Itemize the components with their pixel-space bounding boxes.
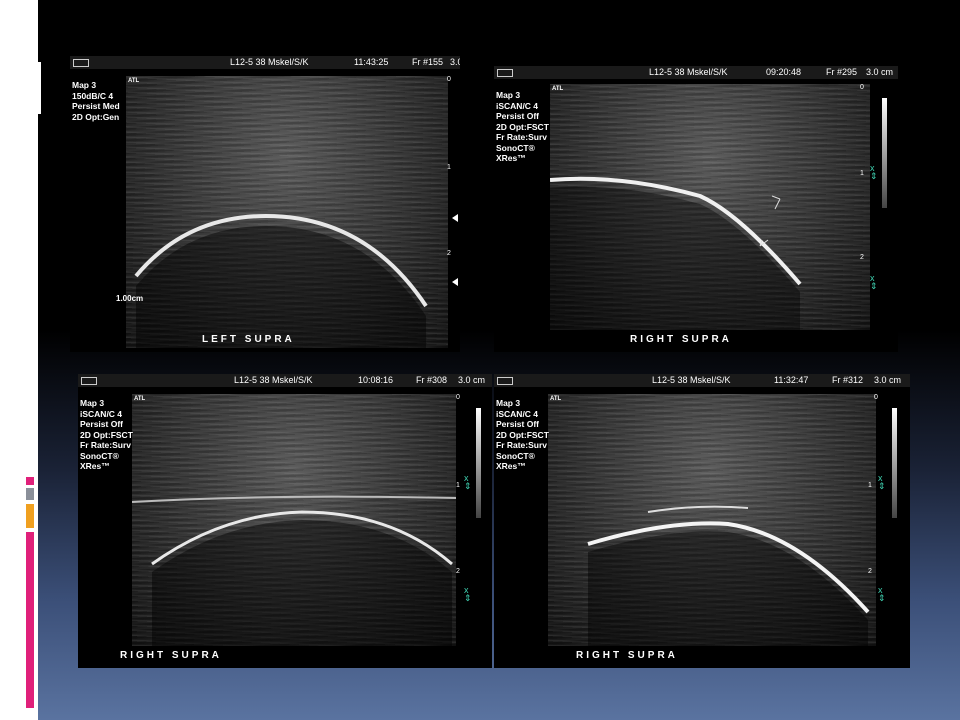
ultrasound-image bbox=[550, 84, 870, 330]
depth-tick-1: 1 bbox=[456, 482, 460, 489]
scale-text: 1.00cm bbox=[116, 294, 144, 303]
depth-tick-2: 2 bbox=[456, 568, 460, 575]
deco-bar-pink-top bbox=[26, 477, 34, 485]
depth-tick-0: 0 bbox=[860, 84, 864, 91]
probe-info: L12-5 38 Mskel/S/K bbox=[652, 375, 731, 385]
ultrasound-image bbox=[132, 394, 456, 646]
image-label: RIGHT SUPRA bbox=[576, 650, 678, 661]
depth-tick-0: 0 bbox=[874, 394, 878, 401]
atl-logo: ATL bbox=[550, 396, 562, 402]
depth-value: 3.0 cm bbox=[874, 375, 902, 385]
time: 11:32:47 bbox=[774, 375, 809, 385]
deco-bar-orange bbox=[26, 504, 34, 528]
frame-number: Fr #155 bbox=[412, 57, 444, 67]
system-logo bbox=[81, 377, 97, 385]
atl-logo: ATL bbox=[128, 78, 140, 84]
focus-zone-marker: x ⇕ bbox=[878, 585, 886, 603]
ultrasound-panel-3: L12-5 38 Mskel/S/K 10:08:16 Fr #308 3.0 … bbox=[78, 374, 492, 668]
ultrasound-panel-1: L12-5 38 Mskel/S/K 11:43:25 Fr #155 3.0 … bbox=[70, 56, 460, 352]
focus-zone-marker: x ⇕ bbox=[878, 473, 886, 491]
atl-logo: ATL bbox=[552, 86, 564, 92]
depth-tick-2: 2 bbox=[868, 568, 872, 575]
depth-tick-2: 2 bbox=[860, 254, 864, 261]
image-label: RIGHT SUPRA bbox=[630, 334, 732, 345]
image-label: LEFT SUPRA bbox=[202, 334, 295, 345]
probe-info: L12-5 38 Mskel/S/K bbox=[234, 375, 313, 385]
ultrasound-image bbox=[126, 76, 448, 348]
panel-header: L12-5 38 Mskel/S/K 10:08:16 Fr #308 3.0 … bbox=[78, 374, 492, 387]
panel-header: L12-5 38 Mskel/S/K 11:32:47 Fr #312 3.0 … bbox=[494, 374, 910, 387]
probe-info: L12-5 38 Mskel/S/K bbox=[649, 67, 728, 77]
image-label: RIGHT SUPRA bbox=[120, 650, 222, 661]
probe-info: L12-5 38 Mskel/S/K bbox=[230, 57, 309, 67]
ultrasound-panel-2: L12-5 38 Mskel/S/K 09:20:48 Fr #295 3.0 … bbox=[494, 66, 898, 352]
frame-number: Fr #295 bbox=[826, 67, 858, 77]
depth-tick-0: 0 bbox=[456, 394, 460, 401]
time: 10:08:16 bbox=[358, 375, 394, 385]
system-logo bbox=[497, 377, 513, 385]
ultrasound-panel-4: L12-5 38 Mskel/S/K 11:32:47 Fr #312 3.0 … bbox=[494, 374, 910, 668]
corner-decoration bbox=[20, 62, 44, 114]
bone-echo bbox=[550, 176, 802, 330]
time: 09:20:48 bbox=[766, 67, 802, 77]
depth-tick-2: 2 bbox=[447, 250, 451, 257]
panel-header: L12-5 38 Mskel/S/K 11:43:25 Fr #155 3.0 … bbox=[70, 56, 460, 69]
gray-scale-bar bbox=[476, 408, 481, 518]
depth-tick-1: 1 bbox=[447, 164, 451, 171]
atl-logo: ATL bbox=[134, 396, 146, 402]
focus-marker bbox=[452, 214, 458, 222]
depth-tick-0: 0 bbox=[447, 76, 451, 83]
system-logo bbox=[497, 69, 513, 77]
param-list: Map 3 iSCAN/C 4 Persist Off 2D Opt:FSCT … bbox=[496, 398, 549, 471]
param-list: Map 3 150dB/C 4 Persist Med 2D Opt:Gen bbox=[72, 80, 120, 122]
param-list: Map 3 iSCAN/C 4 Persist Off 2D Opt:FSCT … bbox=[496, 90, 549, 163]
focus-zone-marker: x ⇕ bbox=[870, 273, 878, 291]
bone-echo bbox=[132, 495, 456, 646]
gray-scale-bar bbox=[892, 408, 897, 518]
ultrasound-image bbox=[548, 394, 876, 646]
depth-tick-1: 1 bbox=[868, 482, 872, 489]
param-list: Map 3 iSCAN/C 4 Persist Off 2D Opt:FSCT … bbox=[80, 398, 133, 471]
focus-zone-marker: x ⇕ bbox=[464, 473, 472, 491]
depth-value: 3.0 cm bbox=[866, 67, 894, 77]
panel-header: L12-5 38 Mskel/S/K 09:20:48 Fr #295 3.0 … bbox=[494, 66, 898, 79]
bone-echo bbox=[587, 505, 870, 646]
depth-value: 3.0 cm bbox=[458, 375, 486, 385]
depth-tick-1: 1 bbox=[860, 170, 864, 177]
system-logo bbox=[73, 59, 89, 67]
gray-scale-bar bbox=[882, 98, 887, 208]
focus-zone-marker: x ⇕ bbox=[870, 163, 878, 181]
focus-marker bbox=[452, 278, 458, 286]
frame-number: Fr #308 bbox=[416, 375, 448, 385]
deco-bar-gray bbox=[26, 488, 34, 500]
depth-value: 3.0 cm bbox=[450, 57, 460, 67]
frame-number: Fr #312 bbox=[832, 375, 864, 385]
focus-zone-marker: x ⇕ bbox=[464, 585, 472, 603]
bone-echo bbox=[134, 213, 428, 348]
time: 11:43:25 bbox=[354, 57, 389, 67]
deco-bar-pink bbox=[26, 532, 34, 708]
